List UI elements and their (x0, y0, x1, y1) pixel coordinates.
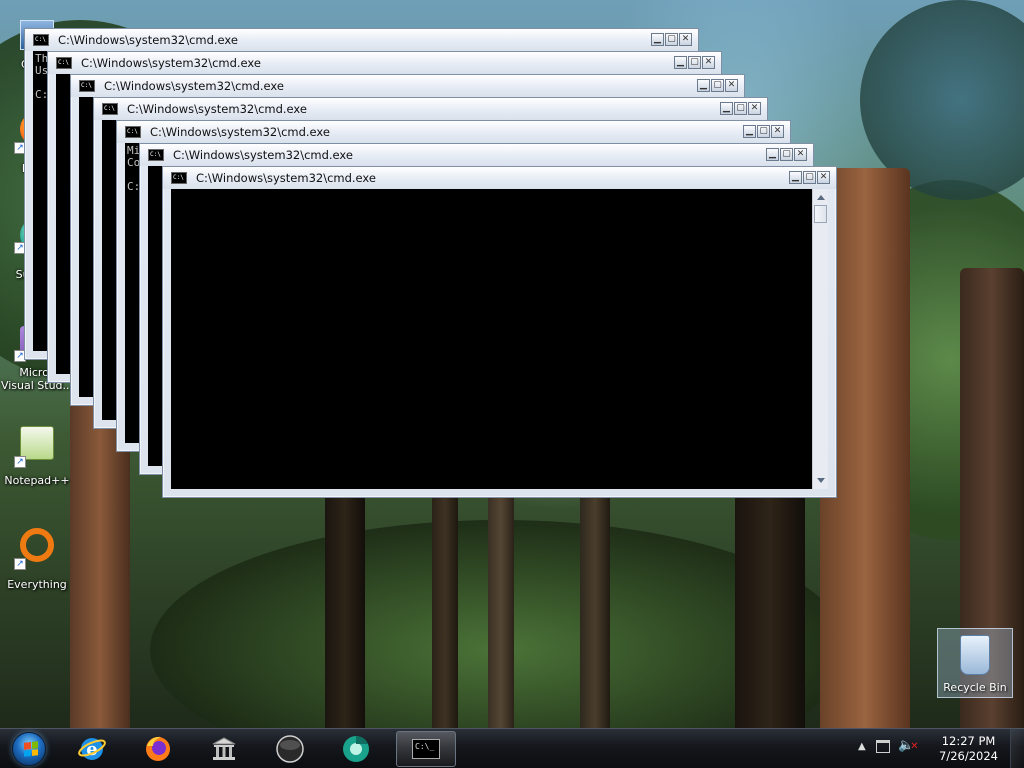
cmd-icon[interactable]: C:\ (102, 103, 118, 115)
cmd-icon[interactable]: C:\ (79, 80, 95, 92)
window-title: C:\Windows\system32\cmd.exe (104, 79, 284, 93)
firefox-icon (146, 736, 170, 761)
maximize-button[interactable]: ▢ (688, 56, 701, 69)
maximize-button[interactable]: ▢ (734, 102, 747, 115)
everything-icon (20, 528, 54, 562)
close-button[interactable]: ✕ (679, 33, 692, 46)
start-button[interactable] (6, 731, 54, 767)
scroll-up-icon[interactable] (817, 195, 825, 200)
taskbar-obs[interactable] (262, 731, 318, 767)
window-title: C:\Windows\system32\cmd.exe (150, 125, 330, 139)
desktop-icon-label: Everything (7, 578, 67, 591)
library-icon (212, 737, 236, 760)
desktop-icon-notepadpp[interactable]: ↗ Notepad++ (0, 426, 74, 487)
minimize-button[interactable]: ▁ (743, 125, 756, 138)
internet-explorer-icon: e (78, 738, 106, 760)
taskbar-firefox[interactable] (130, 731, 186, 767)
window-titlebar[interactable]: C:\ C:\Windows\system32\cmd.exe ▁ ▢ ✕ (71, 75, 744, 97)
scroll-thumb[interactable] (814, 205, 827, 223)
console-output[interactable] (171, 189, 812, 489)
window-titlebar[interactable]: C:\ C:\Windows\system32\cmd.exe ▁ ▢ ✕ (25, 29, 698, 51)
cmd-icon: C:\_ (412, 739, 440, 759)
window-title: C:\Windows\system32\cmd.exe (196, 171, 376, 185)
taskbar: e C:\_ ▲ 🔈✕ 12:27 PM 7/26/2024 (0, 728, 1024, 768)
supermium-icon (343, 736, 369, 762)
show-desktop-button[interactable] (1010, 729, 1024, 768)
network-icon[interactable] (876, 740, 890, 753)
minimize-button[interactable]: ▁ (720, 102, 733, 115)
cmd-window-active[interactable]: C:\ C:\Windows\system32\cmd.exe ▁ ▢ ✕ (162, 166, 837, 498)
taskbar-internet-explorer[interactable]: e (64, 731, 120, 767)
obs-icon (276, 735, 304, 763)
cmd-icon[interactable]: C:\ (148, 149, 164, 161)
maximize-button[interactable]: ▢ (665, 33, 678, 46)
close-button[interactable]: ✕ (702, 56, 715, 69)
maximize-button[interactable]: ▢ (711, 79, 724, 92)
window-titlebar[interactable]: C:\ C:\Windows\system32\cmd.exe ▁ ▢ ✕ (163, 167, 836, 189)
desktop-icon-label: Recycle Bin (943, 681, 1007, 694)
close-button[interactable]: ✕ (794, 148, 807, 161)
window-titlebar[interactable]: C:\ C:\Windows\system32\cmd.exe ▁ ▢ ✕ (94, 98, 767, 120)
minimize-button[interactable]: ▁ (697, 79, 710, 92)
window-titlebar[interactable]: C:\ C:\Windows\system32\cmd.exe ▁ ▢ ✕ (140, 144, 813, 166)
show-hidden-icons-icon[interactable]: ▲ (858, 741, 866, 752)
taskbar-cmd[interactable]: C:\_ (396, 731, 456, 767)
close-button[interactable]: ✕ (725, 79, 738, 92)
window-titlebar[interactable]: C:\ C:\Windows\system32\cmd.exe ▁ ▢ ✕ (117, 121, 790, 143)
desktop-icon-recycle-bin[interactable]: Recycle Bin (937, 628, 1013, 698)
close-button[interactable]: ✕ (771, 125, 784, 138)
scroll-down-icon[interactable] (817, 478, 825, 483)
minimize-button[interactable]: ▁ (766, 148, 779, 161)
notepadpp-icon (20, 426, 54, 460)
cmd-icon[interactable]: C:\ (33, 34, 49, 46)
window-title: C:\Windows\system32\cmd.exe (58, 33, 238, 47)
window-title: C:\Windows\system32\cmd.exe (127, 102, 307, 116)
recycle-bin-icon (960, 635, 990, 675)
shortcut-arrow-icon: ↗ (14, 456, 26, 468)
system-tray: ▲ 🔈✕ 12:27 PM 7/26/2024 (854, 729, 1024, 768)
vertical-scrollbar[interactable] (812, 189, 828, 489)
clock[interactable]: 12:27 PM 7/26/2024 (939, 734, 998, 764)
clock-date: 7/26/2024 (939, 749, 998, 763)
windows-orb-icon (12, 732, 46, 766)
window-title: C:\Windows\system32\cmd.exe (81, 56, 261, 70)
cmd-icon[interactable]: C:\ (56, 57, 72, 69)
maximize-button[interactable]: ▢ (780, 148, 793, 161)
close-button[interactable]: ✕ (748, 102, 761, 115)
taskbar-library[interactable] (196, 731, 252, 767)
maximize-button[interactable]: ▢ (757, 125, 770, 138)
window-title: C:\Windows\system32\cmd.exe (173, 148, 353, 162)
minimize-button[interactable]: ▁ (674, 56, 687, 69)
desktop-icon-everything[interactable]: ↗ Everything (0, 528, 74, 591)
window-titlebar[interactable]: C:\ C:\Windows\system32\cmd.exe ▁ ▢ ✕ (48, 52, 721, 74)
clock-time: 12:27 PM (941, 734, 996, 748)
shortcut-arrow-icon: ↗ (14, 558, 26, 570)
close-button[interactable]: ✕ (817, 171, 830, 184)
minimize-button[interactable]: ▁ (789, 171, 802, 184)
minimize-button[interactable]: ▁ (651, 33, 664, 46)
cmd-icon[interactable]: C:\ (125, 126, 141, 138)
volume-muted-icon[interactable]: 🔈✕ (898, 738, 919, 753)
maximize-button[interactable]: ▢ (803, 171, 816, 184)
taskbar-supermium[interactable] (328, 731, 384, 767)
cmd-icon[interactable]: C:\ (171, 172, 187, 184)
desktop-icon-label: Notepad++ (4, 474, 70, 487)
